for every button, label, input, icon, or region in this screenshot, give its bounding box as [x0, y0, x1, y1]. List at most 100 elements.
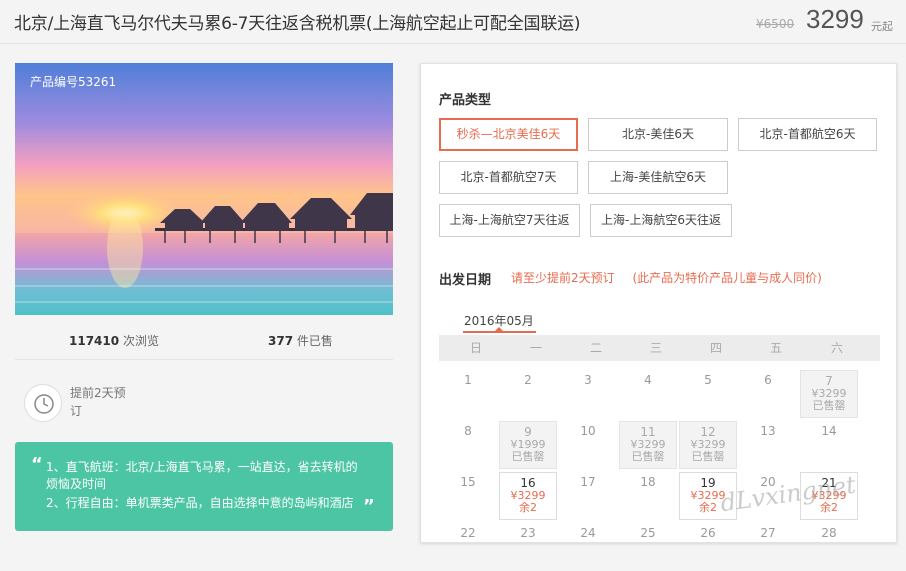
sold-stat: 377 件已售 — [268, 332, 333, 349]
day-number: 24 — [580, 526, 596, 540]
calendar-day: 25 — [619, 523, 677, 571]
type-option[interactable]: 北京-首都航空6天 — [738, 118, 877, 151]
product-id-label: 产品编号53261 — [30, 75, 117, 89]
weekday: 一 — [529, 341, 542, 355]
calendar-day: 22 — [439, 523, 497, 571]
weekday-header: 日 一 二 三 四 五 六 — [439, 335, 880, 361]
calendar-day: 7 ¥3299 已售罄 — [800, 370, 858, 418]
day-number: 8 — [464, 424, 472, 438]
day-status: 已售罄 — [511, 450, 545, 463]
day-number: 26 — [700, 526, 716, 540]
weekday: 三 — [649, 341, 662, 355]
day-number: 16 — [520, 476, 536, 490]
calendar-day: 2 — [499, 370, 557, 418]
calendar-day: 12 ¥3299 已售罄 — [679, 421, 737, 469]
calendar-day: 23 — [499, 523, 557, 571]
type-option[interactable]: 秒杀—北京美佳6天 — [439, 118, 578, 151]
sold-count: 377 — [268, 334, 294, 348]
day-number: 2 — [524, 373, 532, 387]
clock-icon — [24, 384, 62, 422]
day-status: 余2 — [519, 501, 537, 514]
calendar-day: 18 — [619, 472, 677, 520]
type-option[interactable]: 北京-首都航空7天 — [439, 161, 578, 194]
advance-hint: 请至少提前2天预订 — [511, 271, 615, 285]
feature-line: 2、行程自由：单机票类产品，自由选择中意的岛屿和酒店 — [46, 496, 354, 510]
day-number: 3 — [584, 373, 592, 387]
calendar-day: 14 — [800, 421, 858, 469]
calendar-day: 26 — [679, 523, 737, 571]
weekday: 日 — [469, 341, 482, 355]
day-number: 5 — [704, 373, 712, 387]
day-number: 9 — [524, 425, 532, 439]
quote-open-icon: “ — [31, 454, 43, 475]
day-number: 12 — [700, 425, 716, 439]
day-number: 7 — [825, 374, 833, 388]
day-number: 28 — [821, 526, 837, 540]
current-price: 3299 — [806, 4, 864, 34]
calendar-day: 9 ¥1999 已售罄 — [499, 421, 557, 469]
date-hint: 请至少提前2天预订 (此产品为特价产品儿童与成人同价) — [511, 269, 836, 286]
day-number: 6 — [764, 373, 772, 387]
calendar-day: 10 — [559, 421, 617, 469]
day-number: 14 — [821, 424, 837, 438]
month-tab-underline — [463, 331, 536, 333]
feature-highlights: “ 1、直飞航班：北京/上海直飞马累，一站直达，省去转机的 烦恼及时间 2、行程… — [15, 442, 393, 531]
day-number: 11 — [640, 425, 656, 439]
departure-date-label: 出发日期 — [439, 273, 492, 288]
price-hint: (此产品为特价产品儿童与成人同价) — [632, 271, 822, 285]
calendar-day: 24 — [559, 523, 617, 571]
calendar-day: 15 — [439, 472, 497, 520]
sold-label: 件已售 — [296, 334, 333, 348]
views-count: 117410 — [69, 334, 120, 348]
header-bar: 北京/上海直飞马尔代夫马累6-7天往返含税机票(上海航空起止可配全国联运) ¥6… — [0, 0, 906, 44]
day-status: 已售罄 — [812, 399, 846, 412]
day-status: 已售罄 — [691, 450, 725, 463]
day-number: 4 — [644, 373, 652, 387]
calendar-day: 3 — [559, 370, 617, 418]
product-title: 北京/上海直飞马尔代夫马累6-7天往返含税机票(上海航空起止可配全国联运) — [14, 14, 581, 34]
booking-panel: 产品类型 秒杀—北京美佳6天 北京-美佳6天 北京-首都航空6天 北京-首都航空… — [420, 63, 897, 543]
calendar-day: 17 — [559, 472, 617, 520]
weekday: 四 — [709, 341, 722, 355]
day-number: 25 — [640, 526, 656, 540]
calendar-day[interactable]: 16 ¥3299 余2 — [499, 472, 557, 520]
day-number: 13 — [760, 424, 776, 438]
advance-booking-text: 提前2天预订 — [70, 386, 126, 418]
weekday: 二 — [589, 341, 602, 355]
type-option[interactable]: 上海-上海航空6天往返 — [590, 204, 732, 237]
feature-line: 烦恼及时间 — [46, 477, 107, 491]
day-number: 18 — [640, 475, 656, 489]
day-status: 已售罄 — [631, 450, 665, 463]
calendar-day: 28 — [800, 523, 858, 571]
calendar-day: 8 — [439, 421, 497, 469]
calendar-day: 1 — [439, 370, 497, 418]
type-option[interactable]: 上海-上海航空7天往返 — [439, 204, 580, 237]
day-number: 15 — [460, 475, 476, 489]
feature-line: 1、直飞航班：北京/上海直飞马累，一站直达，省去转机的 — [46, 460, 358, 474]
product-type-label: 产品类型 — [439, 93, 492, 108]
caret-up-icon — [495, 327, 503, 331]
calendar-day: 27 — [739, 523, 797, 571]
day-number: 22 — [460, 526, 476, 540]
day-number: 10 — [580, 424, 596, 438]
weekday: 五 — [769, 341, 782, 355]
sunset-villas-image — [15, 63, 393, 315]
weekday: 六 — [830, 341, 843, 355]
type-option[interactable]: 北京-美佳6天 — [588, 118, 728, 151]
quote-close-icon: ” — [363, 496, 375, 517]
calendar-day: 5 — [679, 370, 737, 418]
day-number: 17 — [580, 475, 596, 489]
advance-booking-note: 提前2天预订 — [24, 382, 224, 426]
views-label: 次浏览 — [122, 334, 159, 348]
calendar-day: 4 — [619, 370, 677, 418]
day-number: 27 — [760, 526, 776, 540]
product-hero-image[interactable]: 产品编号53261 — [15, 63, 393, 315]
product-stats: 117410 次浏览 377 件已售 — [15, 320, 393, 360]
type-option[interactable]: 上海-美佳航空6天 — [588, 161, 728, 194]
day-number: 23 — [520, 526, 536, 540]
calendar-day: 13 — [739, 421, 797, 469]
views-stat: 117410 次浏览 — [69, 332, 159, 349]
day-number: 1 — [464, 373, 472, 387]
calendar-day: 11 ¥3299 已售罄 — [619, 421, 677, 469]
calendar-day: 6 — [739, 370, 797, 418]
